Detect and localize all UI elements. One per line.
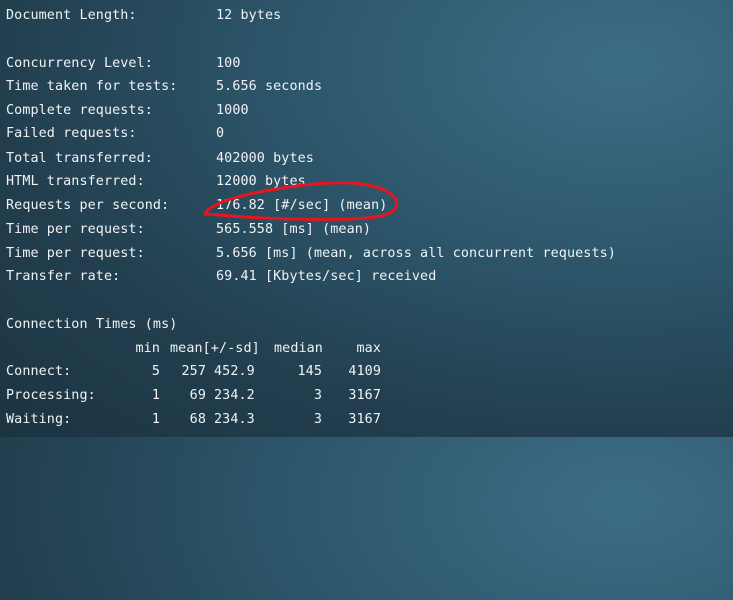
result-line-html-transferred: HTML transferred: 12000 bytes	[6, 170, 306, 194]
result-line-complete-requests: Complete requests: 1000	[6, 99, 249, 123]
cell-sd: 234.2	[214, 388, 255, 403]
header-mean-sd: mean[+/-sd]	[170, 341, 260, 356]
row-label: Processing:	[6, 388, 96, 403]
result-value: 5.656 seconds	[216, 79, 323, 94]
result-line-document-length: Document Length: 12 bytes	[6, 4, 281, 28]
result-line-failed-requests: Failed requests: 0	[6, 122, 224, 146]
result-value: 5.656 [ms] (mean, across all concurrent …	[216, 246, 616, 261]
cell-mean: 68	[189, 412, 206, 427]
result-label: Document Length:	[6, 8, 137, 23]
result-label: Failed requests:	[6, 126, 137, 141]
terminal-output: Document Length: 12 bytes Concurrency Le…	[0, 0, 733, 437]
result-label: Complete requests:	[6, 103, 153, 118]
result-line-requests-per-second: Requests per second: 176.82 [#/sec] (mea…	[6, 194, 387, 218]
cell-min: 1	[151, 412, 160, 427]
cell-max: 4109	[348, 364, 381, 379]
result-line-time-taken: Time taken for tests: 5.656 seconds	[6, 75, 322, 99]
result-label: Concurrency Level:	[6, 56, 153, 71]
table-row: Connect: 5 257 452.9 145 4109	[6, 360, 406, 384]
result-line-transfer-rate: Transfer rate: 69.41 [Kbytes/sec] receiv…	[6, 265, 436, 289]
result-value: 12 bytes	[216, 8, 282, 23]
table-row: Processing: 1 69 234.2 3 3167	[6, 384, 406, 408]
result-value: 69.41 [Kbytes/sec] received	[216, 269, 437, 284]
cell-mean: 69	[189, 388, 206, 403]
result-label: Time per request:	[6, 222, 145, 237]
result-value: 565.558 [ms] (mean)	[216, 222, 372, 237]
result-value: 1000	[216, 103, 249, 118]
cell-sd: 452.9	[214, 364, 255, 379]
result-line-total-transferred: Total transferred: 402000 bytes	[6, 147, 314, 171]
row-label: Waiting:	[6, 412, 72, 427]
cell-max: 3167	[348, 388, 381, 403]
cell-sd: 234.3	[214, 412, 255, 427]
result-label: Requests per second:	[6, 198, 170, 213]
result-value: 0	[216, 126, 225, 141]
cell-median: 145	[297, 364, 322, 379]
cell-mean: 257	[181, 364, 206, 379]
connection-times-header: min mean[+/-sd] median max	[6, 337, 406, 361]
result-line-time-per-request-mean: Time per request: 565.558 [ms] (mean)	[6, 218, 371, 242]
result-label: Total transferred:	[6, 151, 153, 166]
cell-max: 3167	[348, 412, 381, 427]
cell-min: 1	[151, 388, 160, 403]
header-median: median	[274, 341, 323, 356]
row-label: Connect:	[6, 364, 72, 379]
cell-median: 3	[313, 388, 322, 403]
cell-median: 3	[313, 412, 322, 427]
cell-min: 5	[151, 364, 160, 379]
header-min: min	[135, 341, 160, 356]
result-value: 100	[216, 56, 241, 71]
connection-times-title: Connection Times (ms)	[6, 317, 178, 332]
result-value: 402000 bytes	[216, 151, 314, 166]
result-label: Time taken for tests:	[6, 79, 178, 94]
result-value: 176.82 [#/sec] (mean)	[216, 198, 388, 213]
result-label: Transfer rate:	[6, 269, 121, 284]
result-value: 12000 bytes	[216, 174, 306, 189]
table-row: Waiting: 1 68 234.3 3 3167	[6, 408, 406, 432]
result-line-time-per-request-concurrent: Time per request: 5.656 [ms] (mean, acro…	[6, 242, 616, 266]
result-label: HTML transferred:	[6, 174, 145, 189]
result-line-concurrency-level: Concurrency Level: 100	[6, 52, 240, 76]
header-max: max	[356, 341, 381, 356]
result-label: Time per request:	[6, 246, 145, 261]
